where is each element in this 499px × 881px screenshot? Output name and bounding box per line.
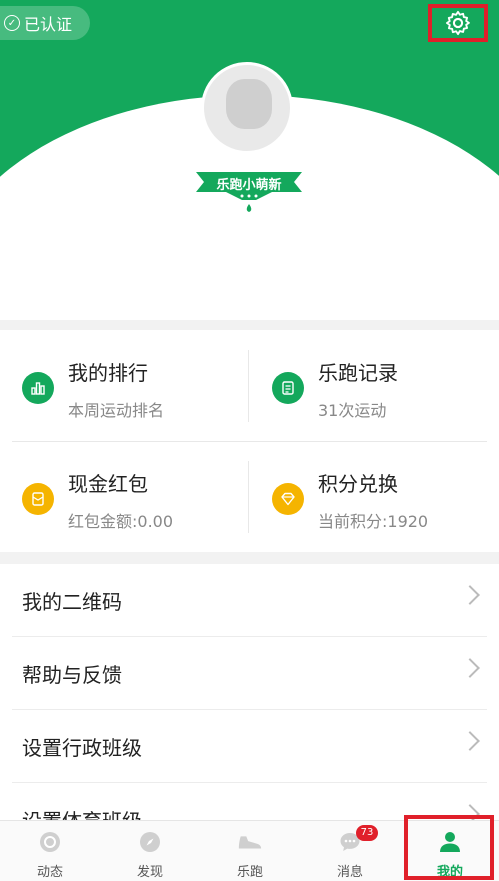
cash-red-packet-card[interactable]: 现金红包 红包金额:0.00 — [0, 441, 249, 551]
cash-red-packet-title: 现金红包 — [68, 472, 148, 496]
feature-grid: 我的排行 本周运动排名 乐跑记录 31次运动 现金红包 红包金额:0.00 积分… — [0, 330, 499, 552]
red-envelope-icon — [22, 483, 54, 515]
profile-header: ✓ 已认证 乐跑小萌新 — [0, 0, 499, 320]
tab-messages[interactable]: 73 消息 — [300, 821, 400, 881]
run-record-card[interactable]: 乐跑记录 31次运动 — [250, 330, 499, 440]
chevron-right-icon — [460, 658, 480, 678]
tab-discover[interactable]: 发现 — [100, 821, 200, 881]
check-circle-icon: ✓ — [4, 15, 20, 31]
menu-item-label: 设置行政班级 — [22, 736, 142, 760]
run-record-title: 乐跑记录 — [318, 361, 398, 385]
settings-menu: 我的二维码 帮助与反馈 设置行政班级 设置体育班级 — [0, 564, 499, 820]
chevron-right-icon — [460, 731, 480, 751]
settings-button[interactable] — [428, 4, 488, 42]
tab-feed[interactable]: 动态 — [0, 821, 100, 881]
avatar[interactable] — [201, 62, 293, 154]
verified-badge[interactable]: ✓ 已认证 — [0, 6, 91, 40]
verified-label: 已认证 — [24, 15, 73, 34]
tab-label: 发现 — [136, 865, 163, 880]
tab-run[interactable]: 乐跑 — [200, 821, 300, 881]
unread-count-badge: 73 — [356, 825, 378, 841]
compass-icon — [137, 829, 163, 855]
menu-item-qr-code[interactable]: 我的二维码 — [0, 564, 499, 637]
document-icon — [272, 372, 304, 404]
tab-me-highlight — [404, 815, 494, 880]
points-exchange-card[interactable]: 积分兑换 当前积分:1920 — [250, 441, 499, 551]
menu-item-admin-class[interactable]: 设置行政班级 — [0, 710, 499, 783]
diamond-icon — [272, 483, 304, 515]
tab-label: 动态 — [36, 865, 63, 880]
gear-icon — [445, 10, 470, 36]
bar-chart-icon — [22, 372, 54, 404]
my-ranking-title: 我的排行 — [68, 361, 148, 385]
points-exchange-subtitle: 当前积分:1920 — [318, 512, 429, 531]
menu-item-label: 我的二维码 — [22, 590, 122, 614]
shoe-icon — [237, 829, 263, 855]
menu-item-help-feedback[interactable]: 帮助与反馈 — [0, 637, 499, 710]
menu-item-label: 设置体育班级 — [22, 805, 142, 820]
rank-badge: 乐跑小萌新 — [196, 170, 302, 214]
grid-divider-top — [248, 350, 249, 422]
tab-label: 乐跑 — [236, 865, 263, 880]
cash-red-packet-subtitle: 红包金额:0.00 — [68, 512, 174, 531]
feed-icon — [37, 829, 63, 855]
avatar-face — [226, 79, 272, 129]
points-exchange-title: 积分兑换 — [318, 472, 398, 496]
menu-item-label: 帮助与反馈 — [22, 663, 122, 687]
my-ranking-card[interactable]: 我的排行 本周运动排名 — [0, 330, 249, 440]
run-record-subtitle: 31次运动 — [318, 401, 387, 420]
chevron-right-icon — [460, 585, 480, 605]
my-ranking-subtitle: 本周运动排名 — [68, 401, 165, 420]
grid-divider-bottom — [248, 461, 249, 533]
rank-badge-label: 乐跑小萌新 — [216, 178, 282, 193]
tab-label: 消息 — [336, 865, 363, 880]
